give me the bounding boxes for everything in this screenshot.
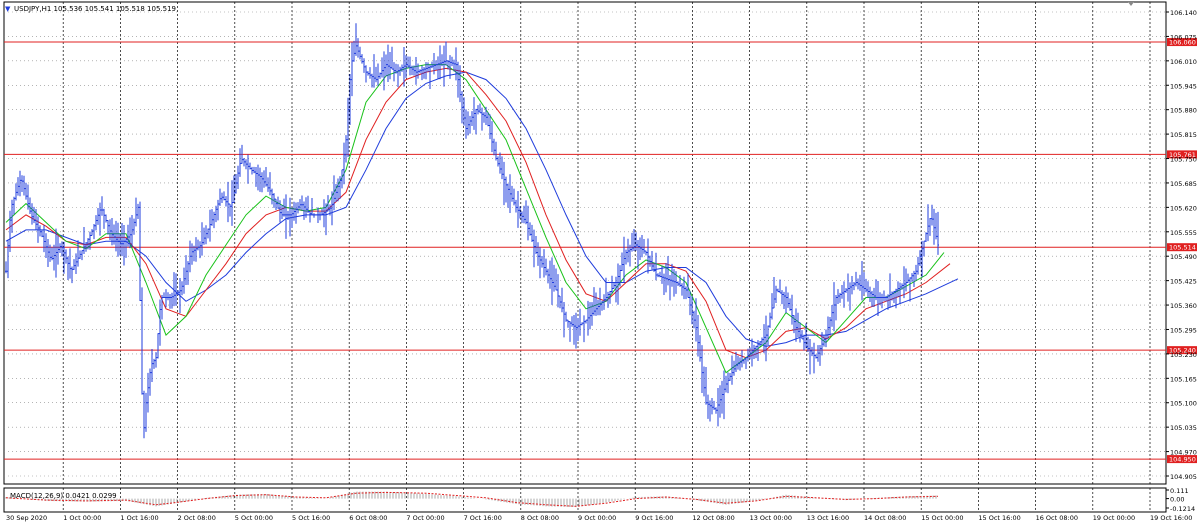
x-tick-label: 9 Oct 00:00 — [578, 514, 616, 522]
x-tick-label: 9 Oct 16:00 — [635, 514, 673, 522]
x-tick-label: 12 Oct 08:00 — [692, 514, 734, 522]
x-tick-label: 19 Oct 16:00 — [1150, 514, 1192, 522]
level-label: 104.950 — [1169, 456, 1196, 464]
y-tick-label: 105.295 — [1170, 326, 1197, 334]
x-tick-label: 5 Oct 00:00 — [235, 514, 273, 522]
macd-y-tick-label: 0.111 — [1170, 487, 1189, 495]
y-tick-label: 106.075 — [1170, 33, 1197, 41]
y-tick-label: 105.035 — [1170, 424, 1197, 432]
usdjpy-chart[interactable]: 106.060 105.761 105.514 105.240 104.950 106.… — [0, 0, 1200, 523]
x-tick-label: 16 Oct 08:00 — [1036, 514, 1078, 522]
x-tick-label: 15 Oct 16:00 — [978, 514, 1020, 522]
macd-y-tick-label: -0.1214 — [1170, 505, 1195, 513]
collapse-arrow-icon[interactable]: ▼ — [5, 5, 11, 13]
symbol-header: USDJPY,H1 105.536 105.541 105.518 105.51… — [14, 5, 176, 13]
x-tick-label: 1 Oct 00:00 — [63, 514, 101, 522]
y-tick-label: 105.750 — [1170, 156, 1197, 164]
y-tick-label: 105.490 — [1170, 253, 1197, 261]
x-tick-label: 8 Oct 08:00 — [521, 514, 559, 522]
x-tick-label: 19 Oct 00:00 — [1093, 514, 1135, 522]
y-tick-label: 105.360 — [1170, 302, 1197, 310]
level-label: 105.514 — [1169, 244, 1196, 252]
y-tick-label: 104.970 — [1170, 449, 1197, 457]
x-tick-label: 15 Oct 00:00 — [921, 514, 963, 522]
chart-background — [0, 0, 1200, 523]
y-tick-label: 105.100 — [1170, 400, 1197, 408]
y-tick-label: 105.230 — [1170, 351, 1197, 359]
macd-y-tick-label: 0.00 — [1170, 496, 1184, 504]
y-tick-label: 105.555 — [1170, 229, 1197, 237]
x-tick-label: 7 Oct 16:00 — [464, 514, 502, 522]
x-tick-label: 7 Oct 00:00 — [406, 514, 444, 522]
y-tick-label: 104.905 — [1170, 473, 1197, 481]
y-tick-label: 106.010 — [1170, 58, 1197, 66]
x-tick-label: 1 Oct 16:00 — [120, 514, 158, 522]
x-tick-label: 5 Oct 16:00 — [292, 514, 330, 522]
y-tick-label: 105.685 — [1170, 180, 1197, 188]
y-tick-label: 106.140 — [1170, 9, 1197, 17]
y-tick-label: 105.880 — [1170, 107, 1197, 115]
y-tick-label: 105.815 — [1170, 131, 1197, 139]
y-tick-label: 105.620 — [1170, 204, 1197, 212]
x-tick-label: 2 Oct 08:00 — [178, 514, 216, 522]
x-tick-label: 14 Oct 08:00 — [864, 514, 906, 522]
x-tick-label: 30 Sep 2020 — [6, 514, 47, 522]
y-tick-label: 105.165 — [1170, 375, 1197, 383]
y-tick-label: 105.945 — [1170, 82, 1197, 90]
x-tick-label: 13 Oct 16:00 — [807, 514, 849, 522]
macd-label: MACD(12,26,9) 0.0421 0.0299 — [10, 492, 117, 500]
x-tick-label: 6 Oct 08:00 — [349, 514, 387, 522]
time-axis: 30 Sep 2020 1 Oct 00:00 1 Oct 16:00 2 Oct 0… — [6, 514, 1192, 522]
x-tick-label: 13 Oct 00:00 — [750, 514, 792, 522]
y-tick-label: 105.425 — [1170, 278, 1197, 286]
